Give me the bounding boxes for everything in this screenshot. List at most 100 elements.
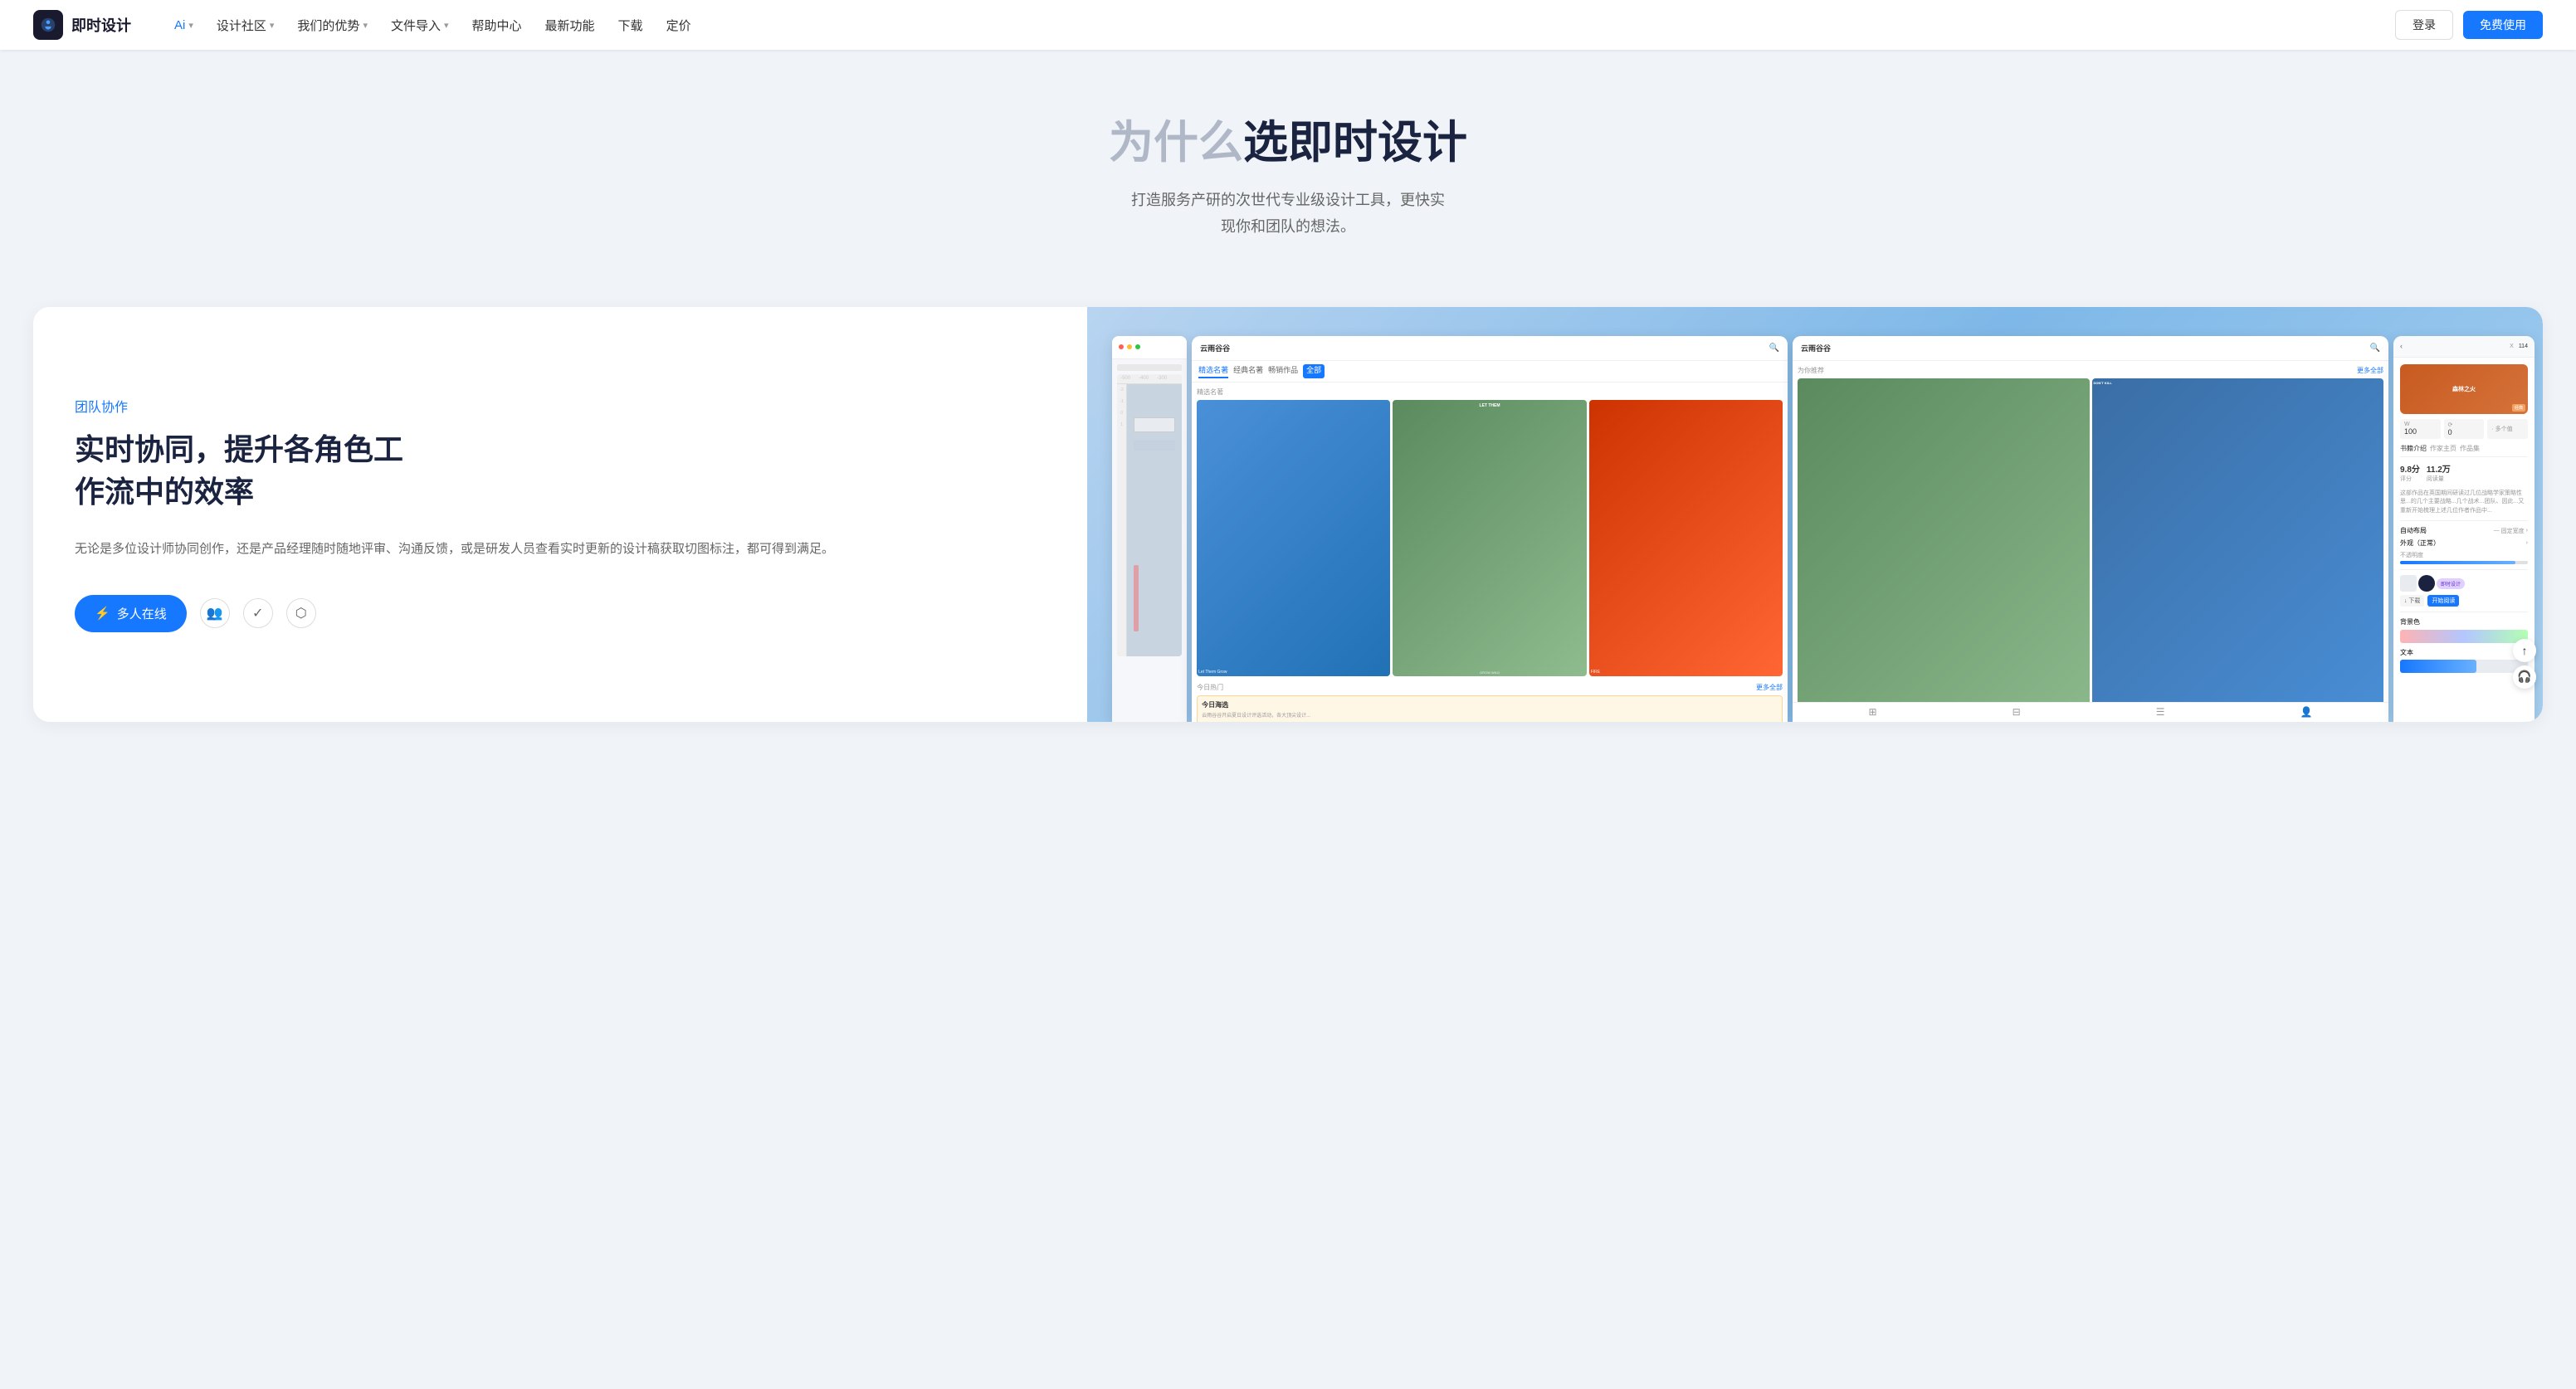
editor-canvas-strip: -500-400-300 -2-101: [1112, 336, 1187, 722]
logo-area[interactable]: 即时设计: [33, 10, 131, 40]
scroll-down-button[interactable]: 🎧: [2513, 665, 2536, 689]
rec-book-1[interactable]: [1798, 378, 2089, 702]
user-avatar: [2418, 575, 2435, 592]
section-recommended: 为你推荐 更多全部: [1798, 366, 2383, 375]
download-actions: ↓ 下载 开始阅读: [2400, 595, 2528, 607]
hot-card-title: 今日海选: [1202, 700, 1778, 709]
free-use-button[interactable]: 免费使用: [2463, 11, 2543, 39]
multi-value-field[interactable]: · 多个值: [2487, 419, 2528, 439]
hot-card-desc: 云雨谷谷开启夏日设计评选活动，各大顶尖设计...: [1202, 711, 1778, 719]
feature-section: 团队协作 实时协同，提升各角色工 作流中的效率 无论是多位设计师协同创作，还是产…: [33, 307, 2543, 722]
nav-item-download[interactable]: 下载: [608, 12, 653, 39]
nav-links: Ai ▾ 设计社区 ▾ 我们的优势 ▾ 文件导入 ▾ 帮助中心 最新功能 下载 …: [164, 12, 2395, 39]
book-preview-title: 森林之火: [2452, 385, 2476, 393]
library-panel-1: 云雨谷谷 🔍 精选名著 经典名著 畅销作品 全部 精选名著: [1192, 336, 1788, 722]
tab-bestsellers[interactable]: 畅销作品: [1268, 364, 1298, 378]
online-button[interactable]: ⚡ 多人在线: [75, 595, 187, 632]
lib-panel-2-header: 云雨谷谷 🔍: [1793, 336, 2388, 361]
nav-actions: 登录 免费使用: [2395, 10, 2543, 40]
dimension-row: W 100 ⟳ 0 · 多个值: [2400, 419, 2528, 439]
nav-list-icon[interactable]: ☰: [2156, 706, 2165, 718]
chevron-icon: ›: [2526, 528, 2528, 534]
opacity-fill: [2400, 561, 2515, 564]
opacity-slider[interactable]: [2400, 561, 2528, 564]
hero-subtitle: 打造服务产研的次世代专业级设计工具，更快实 现你和团队的想法。: [17, 187, 2559, 241]
search-icon-2[interactable]: 🔍: [2370, 344, 2380, 353]
nav-item-pricing[interactable]: 定价: [656, 12, 701, 39]
hero-section: 为什么选即时设计 打造服务产研的次世代专业级设计工具，更快实 现你和团队的想法。: [0, 50, 2576, 290]
scroll-up-button[interactable]: ↑: [2513, 639, 2536, 662]
tab-book-intro[interactable]: 书籍介绍: [2400, 444, 2427, 453]
layout-controls[interactable]: — 固定宽度 ›: [2494, 527, 2528, 535]
props-close-icon[interactable]: ‹: [2400, 342, 2403, 350]
lightning-icon: ⚡: [95, 606, 110, 621]
rotation-field[interactable]: ⟳ 0: [2444, 419, 2485, 439]
chevron-down-icon: ▾: [363, 20, 368, 31]
nav-item-advantages[interactable]: 我们的优势 ▾: [287, 12, 378, 39]
text-bar[interactable]: [2400, 660, 2528, 673]
search-icon[interactable]: 🔍: [1769, 344, 1779, 353]
bg-section: 背景色: [2400, 612, 2528, 643]
book-card-ski[interactable]: Let Them Grow: [1197, 400, 1390, 676]
library-panels: 云雨谷谷 🔍 精选名著 经典名著 畅销作品 全部 精选名著: [1192, 336, 2388, 722]
props-header: ‹ X 114: [2393, 336, 2535, 358]
scroll-buttons: ↑ 🎧: [2513, 639, 2536, 689]
users-icon[interactable]: 👥: [200, 598, 230, 628]
download-thumb: [2400, 575, 2417, 592]
score-row: 9.8分 评分 11.2万 阅读量: [2400, 462, 2528, 483]
download-btn[interactable]: ↓ 下载: [2400, 595, 2424, 607]
nav-grid-icon[interactable]: ⊟: [2013, 706, 2021, 718]
tab-all[interactable]: 全部: [1303, 364, 1325, 378]
bg-label: 背景色: [2400, 617, 2528, 626]
nav-user-icon[interactable]: 👤: [2300, 706, 2312, 718]
bg-gradient-preview[interactable]: [2400, 630, 2528, 643]
nav-item-file-import[interactable]: 文件导入 ▾: [381, 12, 459, 39]
tab-author[interactable]: 作家主页: [2430, 444, 2456, 453]
bottom-nav-bar: ⊞ ⊟ ☰ 👤: [1793, 702, 2388, 722]
reads-label: 阅读量: [2427, 475, 2451, 483]
library-panel-2: 云雨谷谷 🔍 为你推荐 更多全部 DON'T KILL: [1793, 336, 2388, 722]
chevron-down-icon: ▾: [444, 20, 449, 31]
book-card-fire[interactable]: FIRE: [1589, 400, 1783, 676]
jishi-badge: 即时设计: [2437, 578, 2465, 589]
feature-title: 实时协同，提升各角色工 作流中的效率: [75, 429, 1046, 513]
book-preview: 森林之火 经典: [2400, 364, 2528, 414]
lib-panel-1-header: 云雨谷谷 🔍: [1192, 336, 1788, 361]
book-info-tabs: 书籍介绍 作家主页 作品集: [2400, 444, 2528, 457]
appearance-dropdown-arrow[interactable]: ›: [2526, 540, 2528, 546]
feature-icon-group: 👥 ✓ ⬡: [200, 598, 316, 628]
action-block: 即时设计: [2400, 575, 2465, 592]
score-block: 9.8分 评分: [2400, 462, 2420, 483]
section-label-hot: 今日热门 更多全部: [1197, 683, 1783, 692]
dash-icon: —: [2494, 528, 2500, 534]
nav-home-icon[interactable]: ⊞: [1869, 706, 1877, 718]
nav-item-ai[interactable]: Ai ▾: [164, 13, 203, 37]
nav-item-design-community[interactable]: 设计社区 ▾: [207, 12, 285, 39]
rec-book-2[interactable]: DON'T KILL: [2092, 378, 2383, 702]
brand-logo-icon: [33, 10, 63, 40]
chevron-down-icon: ▾: [188, 20, 193, 31]
lib-content-1: 精选名著 Let Them Grow LET THEM GROW WILD: [1192, 383, 1788, 722]
width-field[interactable]: W 100: [2400, 419, 2441, 439]
book-card-animal[interactable]: LET THEM GROW WILD: [1393, 400, 1586, 676]
nav-item-latest[interactable]: 最新功能: [535, 12, 605, 39]
section-label-top: 精选名著: [1197, 387, 1783, 397]
book-tag: 经典: [2512, 404, 2525, 412]
layout-label: 自动布局: [2400, 526, 2427, 535]
recommended-grid: DON'T KILL: [1798, 378, 2383, 702]
tab-selected-works[interactable]: 精选名著: [1198, 364, 1228, 378]
opacity-label: 不透明度: [2400, 551, 2528, 559]
brand-name: 即时设计: [71, 14, 131, 36]
nav-item-help[interactable]: 帮助中心: [462, 12, 532, 39]
lib-panel-2-title: 云雨谷谷: [1801, 343, 1831, 353]
start-reading-btn[interactable]: 开始阅读: [2427, 595, 2459, 607]
feature-tag: 团队协作: [75, 396, 1046, 416]
feature-left-panel: 团队协作 实时协同，提升各角色工 作流中的效率 无论是多位设计师协同创作，还是产…: [33, 307, 1087, 722]
login-button[interactable]: 登录: [2395, 10, 2453, 40]
tab-classic-works[interactable]: 经典名著: [1233, 364, 1263, 378]
navbar: 即时设计 Ai ▾ 设计社区 ▾ 我们的优势 ▾ 文件导入 ▾ 帮助中心 最新功…: [0, 0, 2576, 50]
tab-works[interactable]: 作品集: [2460, 444, 2480, 453]
box-icon[interactable]: ⬡: [286, 598, 316, 628]
check-icon[interactable]: ✓: [243, 598, 273, 628]
today-hot-card[interactable]: 今日海选 云雨谷谷开启夏日设计评选活动，各大顶尖设计... 即时设计·Piu 深…: [1197, 695, 1783, 722]
